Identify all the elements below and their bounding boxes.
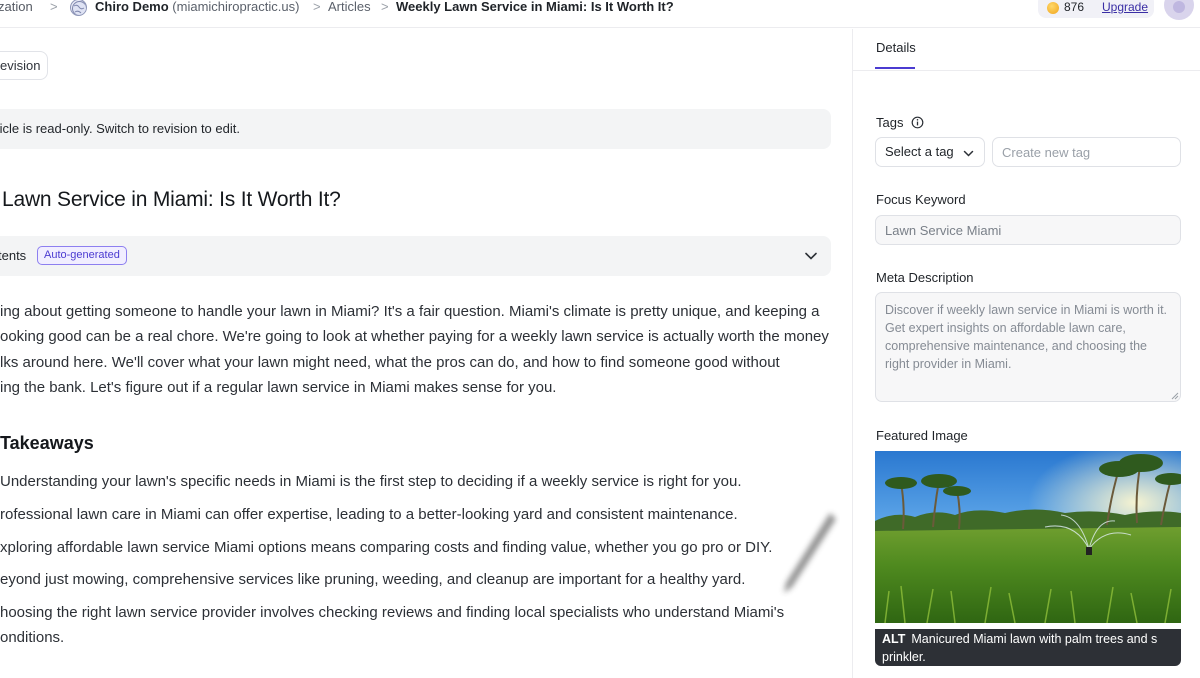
divider [853,70,1200,71]
intro-line: lks around here. We'll cover what your l… [0,354,780,371]
site-name: Chiro Demo [95,0,169,14]
read-only-notice: ticle is read-only. Switch to revision t… [0,109,831,149]
meta-description-label: Meta Description [876,270,974,285]
takeaway-item: hoosing the right lawn service provider … [0,604,785,621]
takeaway-item: rofessional lawn care in Miami can offer… [0,506,738,523]
table-of-contents-toggle[interactable]: tents Auto-generated [0,236,831,276]
top-bar: zation > Chiro Demo (miamichiropractic.u… [0,0,1200,28]
breadcrumb-organization[interactable]: zation [0,0,33,14]
breadcrumb-current-article: Weekly Lawn Service in Miami: Is It Wort… [396,0,674,14]
alt-text: Manicured Miami lawn with palm trees and… [882,632,1158,664]
takeaway-item: Understanding your lawn's specific needs… [0,473,742,490]
chevron-down-icon [963,150,974,157]
coin-icon [1047,2,1059,14]
article-main: evision ticle is read-only. Switch to re… [0,29,852,678]
tag-select-value: Select a tag [885,144,954,159]
breadcrumb-separator: > [50,0,58,14]
focus-keyword-label: Focus Keyword [876,192,966,207]
takeaway-item: onditions. [0,629,65,646]
focus-keyword-input[interactable] [875,215,1181,245]
featured-image[interactable] [875,451,1181,623]
globe-icon [70,0,87,16]
takeaway-item: eyond just mowing, comprehensive service… [0,571,746,588]
tags-label: Tags [876,115,904,130]
active-tab-indicator [875,67,915,69]
breadcrumb-articles[interactable]: Articles [328,0,371,14]
tag-select[interactable]: Select a tag [875,137,985,167]
breadcrumb-separator: > [381,0,389,14]
article-title: Lawn Service in Miami: Is It Worth It? [2,188,341,211]
takeaways-heading: Takeaways [0,433,94,453]
revision-button[interactable]: evision [0,51,48,80]
toc-label: tents [0,248,27,263]
intro-line: ing about getting someone to handle your… [0,303,820,320]
auto-generated-badge: Auto-generated [37,246,127,265]
intro-line: ing the bank. Let's figure out if a regu… [0,379,557,396]
intro-line: ooking good can be a real chore. We're g… [0,328,829,345]
create-tag-input[interactable] [992,137,1181,167]
alt-tag: ALT [882,632,906,646]
upgrade-link[interactable]: Upgrade [1102,0,1148,14]
image-alt-caption: ALT Manicured Miami lawn with palm trees … [875,629,1181,666]
site-domain: (miamichiropractic.us) [172,0,300,14]
meta-description-textarea[interactable]: Discover if weekly lawn service in Miami… [875,292,1181,402]
featured-image-label: Featured Image [876,428,968,443]
takeaway-item: xploring affordable lawn service Miami o… [0,539,773,556]
details-panel: Details Tags Select a tag Focus Keyword … [852,29,1200,678]
credits-badge: 876 Upgrade [1038,0,1154,18]
resize-handle-icon[interactable] [1171,392,1179,400]
info-icon[interactable] [911,116,924,129]
credit-count: 876 [1064,0,1085,14]
chevron-down-icon [805,252,817,260]
user-avatar[interactable] [1164,0,1194,20]
pen-cursor-icon [784,513,836,593]
breadcrumb-separator: > [313,0,321,14]
breadcrumb-site[interactable]: Chiro Demo (miamichiropractic.us) [95,0,299,14]
tab-details[interactable]: Details [876,41,916,55]
